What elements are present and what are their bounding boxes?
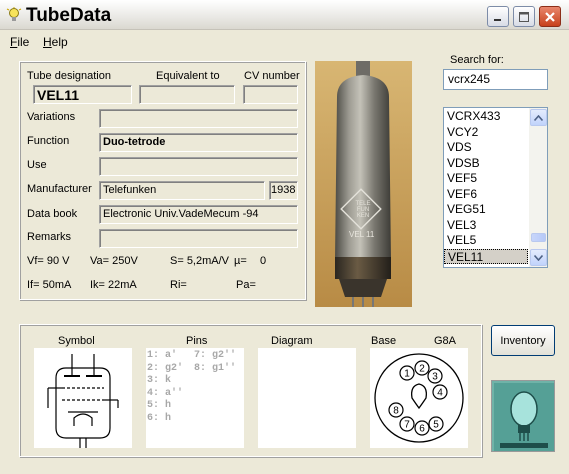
diagram-box (258, 348, 356, 448)
results-list: VCRX433 VCY2 VDS VDSB VEF5 VEF6 VEG51 VEL3 VEL5 V… (444, 109, 528, 264)
base-pin-number: 6 (419, 424, 425, 435)
results-listbox[interactable]: VCRX433 VCY2 VDS VDSB VEF5 VEF6 VEG51 VEL3 VEL5 V… (443, 107, 548, 268)
lightbulb-icon (6, 7, 22, 21)
pins-right-list: 7: g2'' 8: g1'' (194, 350, 236, 375)
pin-entry: 7: g2'' (194, 350, 237, 361)
scroll-up-button[interactable] (530, 109, 547, 126)
manufacturer-label: Manufacturer (27, 183, 92, 195)
tube-image (315, 61, 412, 307)
variations-label: Variations (27, 111, 76, 123)
window-title: TubeData (26, 5, 112, 26)
close-button[interactable] (539, 6, 561, 27)
symbol-box (34, 348, 132, 448)
pin-entry: 4: a'' (147, 387, 184, 399)
base-type: G8A (434, 335, 457, 347)
list-item[interactable]: VDSB (444, 156, 528, 172)
tube-logo-text: TELE FUN KEN (355, 201, 371, 219)
pins-box: 1: a' 2: g2' 3: k 4: a'' 5: h 6: h 7: g2'' 8: … (146, 348, 244, 448)
variations-field[interactable] (99, 109, 298, 128)
pin-entry: 5: h (147, 400, 172, 411)
designation-field[interactable]: VEL11 (33, 85, 132, 104)
list-item[interactable]: VCRX433 (444, 109, 528, 125)
function-field[interactable]: Duo-tetrode (99, 133, 298, 152)
list-item[interactable]: VCY2 (444, 125, 528, 141)
base-pin-number: 4 (437, 388, 443, 399)
manufacturer-field[interactable]: Telefunken (99, 181, 265, 200)
pin-entry: 1: a' (147, 350, 178, 361)
base-pin-number: 5 (433, 420, 439, 431)
function-label: Function (27, 135, 70, 147)
title-bar[interactable]: TubeData (0, 0, 569, 30)
base-header: Base (371, 335, 397, 347)
inventory-button[interactable]: Inventory (491, 325, 555, 356)
pins-left-list: 1: a' 2: g2' 3: k 4: a'' 5: h 6: h (147, 350, 183, 425)
diagram-header: Diagram (271, 335, 313, 347)
if-value: If= 50mA (27, 279, 72, 291)
base-pin-number: 1 (404, 369, 410, 380)
base-pin-number: 7 (404, 420, 410, 431)
list-item[interactable]: VEL5 (444, 233, 528, 249)
tube-glass-label: VEL 11 (349, 230, 375, 239)
ri-value: Ri= (170, 279, 187, 291)
maximize-button[interactable] (513, 6, 535, 27)
search-input[interactable]: vcrx245 (443, 69, 548, 90)
minimize-icon (494, 18, 501, 21)
menu-bar: File Help (0, 31, 569, 52)
mu-value: 0 (260, 255, 267, 267)
tube-logo-icon (492, 381, 554, 451)
equivalent-field[interactable] (139, 85, 235, 104)
menu-help[interactable]: Help (43, 35, 68, 49)
mu-label: µ= (234, 255, 247, 267)
s-value: S= 5,2mA/V (170, 255, 230, 267)
pa-value: Pa= (236, 279, 256, 291)
pins-header: Pins (186, 335, 208, 347)
scroll-thumb[interactable] (531, 233, 546, 242)
list-item[interactable]: VEL11 (444, 248, 528, 264)
list-item[interactable]: VEF5 (444, 171, 528, 187)
equivalent-label: Equivalent to (156, 70, 220, 82)
tube-symbol-icon (47, 354, 119, 448)
base-diagram-icon: 1 23 4 5678 (374, 353, 464, 443)
list-item[interactable]: VEG51 (444, 202, 528, 218)
base-box: 123 4 5678 (370, 348, 468, 448)
pin-entry: 6: h (147, 412, 172, 424)
ik-value: Ik= 22mA (90, 279, 137, 291)
list-item[interactable]: VEF6 (444, 187, 528, 203)
remarks-field[interactable] (99, 229, 298, 248)
close-icon (545, 11, 555, 22)
databook-field[interactable]: Electronic Univ.VadeMecum -94 (99, 205, 298, 224)
designation-label: Tube designation (27, 70, 111, 82)
databook-label: Data book (27, 208, 78, 220)
pin-entry: 2: g2' (147, 362, 184, 374)
year-field[interactable]: 1938 (269, 181, 298, 200)
list-item[interactable]: VEL3 (444, 218, 528, 234)
maximize-icon (519, 11, 529, 22)
logo-image[interactable] (491, 380, 555, 452)
arrow-up-icon (534, 114, 543, 121)
remarks-label: Remarks (27, 231, 72, 243)
base-pin-number: 3 (432, 372, 438, 383)
menu-file[interactable]: File (10, 35, 29, 49)
pin-entry: 8: g1'' (194, 362, 237, 374)
cv-label: CV number (244, 70, 300, 82)
scroll-down-button[interactable] (530, 249, 547, 266)
va-value: Va= 250V (90, 255, 138, 267)
base-pin-number: 2 (419, 364, 425, 375)
minimize-button[interactable] (487, 6, 509, 27)
pin-entry: 3: k (147, 375, 172, 386)
arrow-down-icon (534, 254, 543, 261)
symbol-header: Symbol (58, 335, 95, 347)
use-field[interactable] (99, 157, 298, 176)
search-label: Search for: (450, 54, 504, 66)
use-label: Use (27, 159, 47, 171)
list-item[interactable]: VDS (444, 140, 528, 156)
base-pin-number: 8 (393, 406, 399, 417)
results-scrollbar[interactable] (529, 108, 547, 267)
vf-value: Vf= 90 V (27, 255, 70, 267)
cv-field[interactable] (243, 85, 298, 104)
tube-photo: TELE FUN KEN VEL 11 (315, 61, 412, 307)
